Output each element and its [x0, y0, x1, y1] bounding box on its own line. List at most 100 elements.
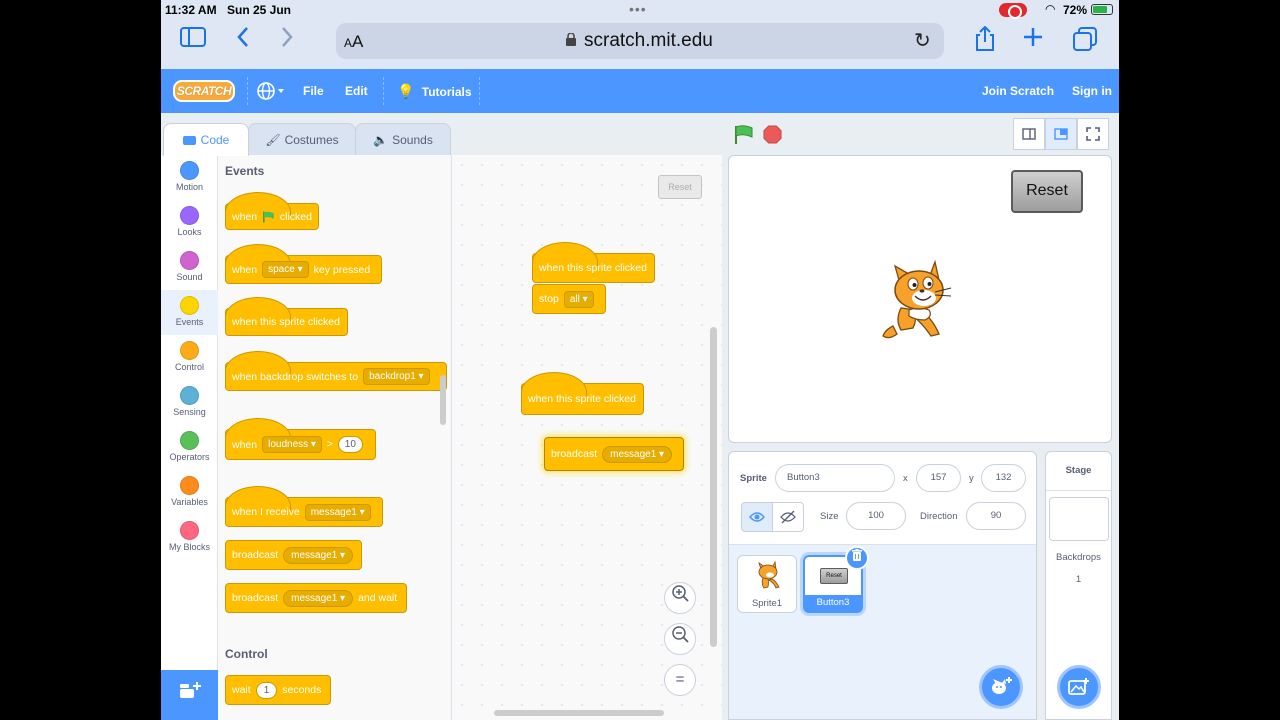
tabs-overview-icon[interactable] [1069, 26, 1101, 56]
workspace-horizontal-scrollbar[interactable] [494, 710, 664, 716]
delete-sprite-button[interactable] [845, 546, 869, 570]
new-tab-icon[interactable] [1017, 26, 1049, 56]
block-when-i-receive[interactable]: when I receive message1 [225, 486, 383, 527]
share-icon[interactable] [969, 25, 1001, 56]
sign-in-link[interactable]: Sign in [1072, 69, 1112, 113]
category-sensing[interactable]: Sensing [161, 380, 218, 425]
control-dot-icon [180, 341, 199, 360]
block-when-backdrop-switches[interactable]: when backdrop switches to backdrop1 [225, 351, 447, 391]
broadcast-wait-message-dropdown[interactable]: message1 [283, 589, 354, 607]
sprite-info: Sprite Button3 x 157 y 132 Size 100 Dire… [729, 452, 1036, 545]
fullscreen-button[interactable] [1077, 118, 1109, 150]
tutorials-menu[interactable]: 💡 Tutorials [397, 69, 472, 113]
size-input[interactable]: 100 [846, 502, 906, 530]
script1-when-sprite-clicked[interactable]: when this sprite clicked [532, 242, 655, 283]
add-extension-button[interactable] [161, 670, 218, 720]
palette-scrollbar[interactable] [440, 375, 446, 425]
category-motion[interactable]: Motion [161, 155, 218, 200]
category-looks[interactable]: Looks [161, 200, 218, 245]
scratch-logo[interactable]: SCRATCH [173, 80, 235, 102]
script2-broadcast-block[interactable]: broadcast message1 [544, 437, 684, 471]
sprite-thumb-sprite1[interactable]: Sprite1 [737, 555, 797, 613]
address-bar[interactable]: AA scratch.mit.edu ↻ [336, 23, 944, 59]
choose-backdrop-button[interactable] [1057, 665, 1101, 709]
zoom-in-button[interactable] [664, 582, 696, 614]
lock-icon [566, 33, 576, 46]
direction-input[interactable]: 90 [966, 502, 1026, 530]
multitask-dots-icon[interactable]: ••• [629, 1, 647, 17]
x-position-input[interactable]: 157 [916, 464, 961, 492]
control-heading: Control [225, 647, 268, 661]
block-when-flag-clicked[interactable]: when clicked [225, 192, 319, 230]
eye-slash-icon [780, 510, 796, 524]
reader-text-size-button[interactable]: AA [344, 32, 363, 52]
back-icon[interactable] [227, 26, 259, 56]
tab-sounds[interactable]: 🔈 Sounds [355, 123, 451, 155]
category-variables[interactable]: Variables [161, 470, 218, 515]
stage-size-modes [1013, 118, 1109, 150]
menu-divider [479, 77, 480, 105]
message-dropdown[interactable]: message1 [304, 503, 371, 521]
edit-menu[interactable]: Edit [345, 69, 368, 113]
normal-stage-icon [1054, 128, 1068, 140]
category-operators[interactable]: Operators [161, 425, 218, 470]
sensor-dropdown[interactable]: loudness [262, 436, 322, 453]
editor-tabs: Code 🖌 Costumes 🔈 Sounds [161, 113, 727, 156]
backdrop-dropdown[interactable]: backdrop1 [363, 368, 430, 385]
choose-sprite-button[interactable] [979, 665, 1023, 709]
events-dot-icon [180, 296, 199, 315]
zoom-out-button[interactable] [664, 623, 696, 655]
script-workspace[interactable]: Reset when this sprite clicked stop all … [452, 155, 722, 720]
script2-when-sprite-clicked[interactable]: when this sprite clicked [521, 372, 644, 415]
stop-dropdown[interactable]: all [563, 290, 594, 308]
green-flag-icon[interactable] [733, 125, 753, 145]
zoom-reset-button[interactable]: = [664, 664, 696, 696]
url-text[interactable]: scratch.mit.edu [584, 30, 713, 52]
tab-code[interactable]: Code [163, 123, 249, 156]
small-stage-icon [1022, 128, 1036, 140]
battery-icon [1091, 4, 1113, 15]
block-when-loudness[interactable]: when loudness > 10 [225, 418, 376, 460]
cat-sprite-icon[interactable] [879, 258, 959, 344]
tab-costumes[interactable]: 🖌 Costumes [248, 123, 356, 155]
show-sprite-button[interactable] [741, 502, 773, 532]
block-wait-seconds[interactable]: wait 1 seconds [225, 675, 331, 705]
wifi-icon: ◠ [1045, 2, 1056, 16]
variables-dot-icon [180, 476, 199, 495]
threshold-input[interactable]: 10 [337, 436, 363, 453]
script1-stop-block[interactable]: stop all [532, 284, 606, 314]
normal-stage-button[interactable] [1045, 118, 1077, 150]
block-when-key-pressed[interactable]: when space key pressed [225, 244, 382, 284]
language-menu[interactable] [256, 69, 286, 113]
broadcast-message-dropdown[interactable]: message1 [283, 546, 354, 564]
stage-reset-sprite[interactable]: Reset [1011, 170, 1083, 213]
category-events[interactable]: Events [161, 290, 218, 335]
battery-percent: 72% [1063, 3, 1088, 17]
category-control[interactable]: Control [161, 335, 218, 380]
stage-canvas[interactable]: Reset [728, 155, 1112, 443]
join-scratch-link[interactable]: Join Scratch [982, 69, 1054, 113]
wait-seconds-input[interactable]: 1 [255, 681, 278, 699]
sprite-name-input[interactable]: Button3 [775, 464, 895, 492]
category-my-blocks[interactable]: My Blocks [161, 515, 218, 560]
lightbulb-icon: 💡 [397, 83, 415, 99]
block-broadcast[interactable]: broadcast message1 [225, 540, 362, 570]
category-sound[interactable]: Sound [161, 245, 218, 290]
zoom-in-icon [672, 585, 689, 602]
file-menu[interactable]: File [303, 69, 324, 113]
stage-thumbnail[interactable] [1049, 497, 1109, 541]
stop-sign-icon[interactable] [763, 125, 782, 144]
script2-broadcast-dropdown[interactable]: message1 [602, 445, 673, 463]
small-stage-button[interactable] [1013, 118, 1045, 150]
block-broadcast-and-wait[interactable]: broadcast message1 and wait [225, 583, 407, 613]
forward-icon[interactable] [271, 26, 303, 56]
key-dropdown[interactable]: space [262, 261, 309, 278]
hide-sprite-button[interactable] [772, 502, 804, 532]
workspace-vertical-scrollbar[interactable] [710, 327, 717, 647]
reload-icon[interactable]: ↻ [914, 28, 931, 53]
y-position-input[interactable]: 132 [981, 464, 1026, 492]
menu-divider [383, 77, 384, 105]
sidebar-toggle-icon[interactable] [177, 26, 209, 56]
block-when-sprite-clicked[interactable]: when this sprite clicked [225, 297, 348, 336]
screen-recording-icon[interactable] [999, 3, 1027, 19]
